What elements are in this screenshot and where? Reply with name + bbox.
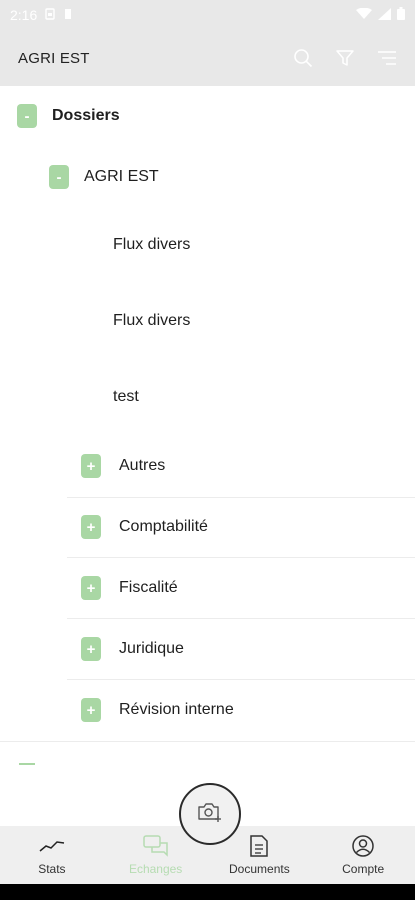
tab-label: Compte bbox=[342, 862, 385, 876]
tree-node-label: Autres bbox=[119, 457, 166, 474]
collapse-toggle[interactable]: - bbox=[49, 165, 69, 189]
tab-compte[interactable]: Compte bbox=[311, 826, 415, 884]
file-item[interactable]: test bbox=[113, 388, 139, 406]
file-item[interactable]: Flux divers bbox=[113, 312, 190, 330]
camera-add-icon bbox=[197, 801, 223, 828]
chat-icon bbox=[142, 834, 169, 858]
storage-icon bbox=[63, 7, 73, 23]
file-item[interactable]: Flux divers bbox=[113, 236, 190, 254]
wifi-icon bbox=[356, 7, 372, 23]
expand-toggle[interactable]: + bbox=[81, 454, 101, 478]
sort-icon[interactable] bbox=[377, 48, 397, 68]
app-bar: AGRI EST bbox=[0, 30, 415, 86]
page-title: AGRI EST bbox=[18, 49, 90, 67]
collapse-toggle-partial[interactable] bbox=[19, 763, 35, 765]
divider bbox=[67, 497, 415, 498]
expand-toggle[interactable]: + bbox=[81, 637, 101, 661]
tree-node-label: Juridique bbox=[119, 640, 184, 657]
document-icon bbox=[250, 834, 269, 858]
camera-upload-button[interactable] bbox=[179, 783, 241, 845]
divider bbox=[67, 618, 415, 619]
tree-node-label: Dossiers bbox=[52, 107, 120, 124]
signal-icon bbox=[378, 7, 391, 23]
expand-toggle[interactable]: + bbox=[81, 698, 101, 722]
account-icon bbox=[352, 834, 374, 858]
divider bbox=[67, 557, 415, 558]
search-icon[interactable] bbox=[293, 48, 313, 68]
tree-node-label: Fiscalité bbox=[119, 579, 178, 596]
tree-node-label: AGRI EST bbox=[84, 168, 159, 185]
sim-icon bbox=[45, 7, 55, 23]
tree-node-label: Révision interne bbox=[119, 701, 234, 718]
divider bbox=[67, 679, 415, 680]
expand-toggle[interactable]: + bbox=[81, 576, 101, 600]
filter-icon[interactable] bbox=[335, 48, 355, 68]
tab-label: Stats bbox=[38, 862, 66, 876]
status-bar: 2:16 bbox=[0, 0, 415, 30]
tree-node-label: Comptabilité bbox=[119, 518, 208, 535]
tab-label: Echanges bbox=[128, 862, 183, 876]
folder-tree: - Dossiers - AGRI EST Flux divers Flux d… bbox=[0, 86, 415, 826]
system-nav-bar bbox=[0, 884, 415, 900]
tab-label: Documents bbox=[229, 862, 290, 876]
chart-line-icon bbox=[39, 834, 65, 858]
status-time: 2:16 bbox=[10, 7, 38, 23]
divider bbox=[0, 741, 415, 742]
tab-stats[interactable]: Stats bbox=[0, 826, 104, 884]
expand-toggle[interactable]: + bbox=[81, 515, 101, 539]
battery-icon bbox=[397, 7, 405, 23]
collapse-toggle[interactable]: - bbox=[17, 104, 37, 128]
